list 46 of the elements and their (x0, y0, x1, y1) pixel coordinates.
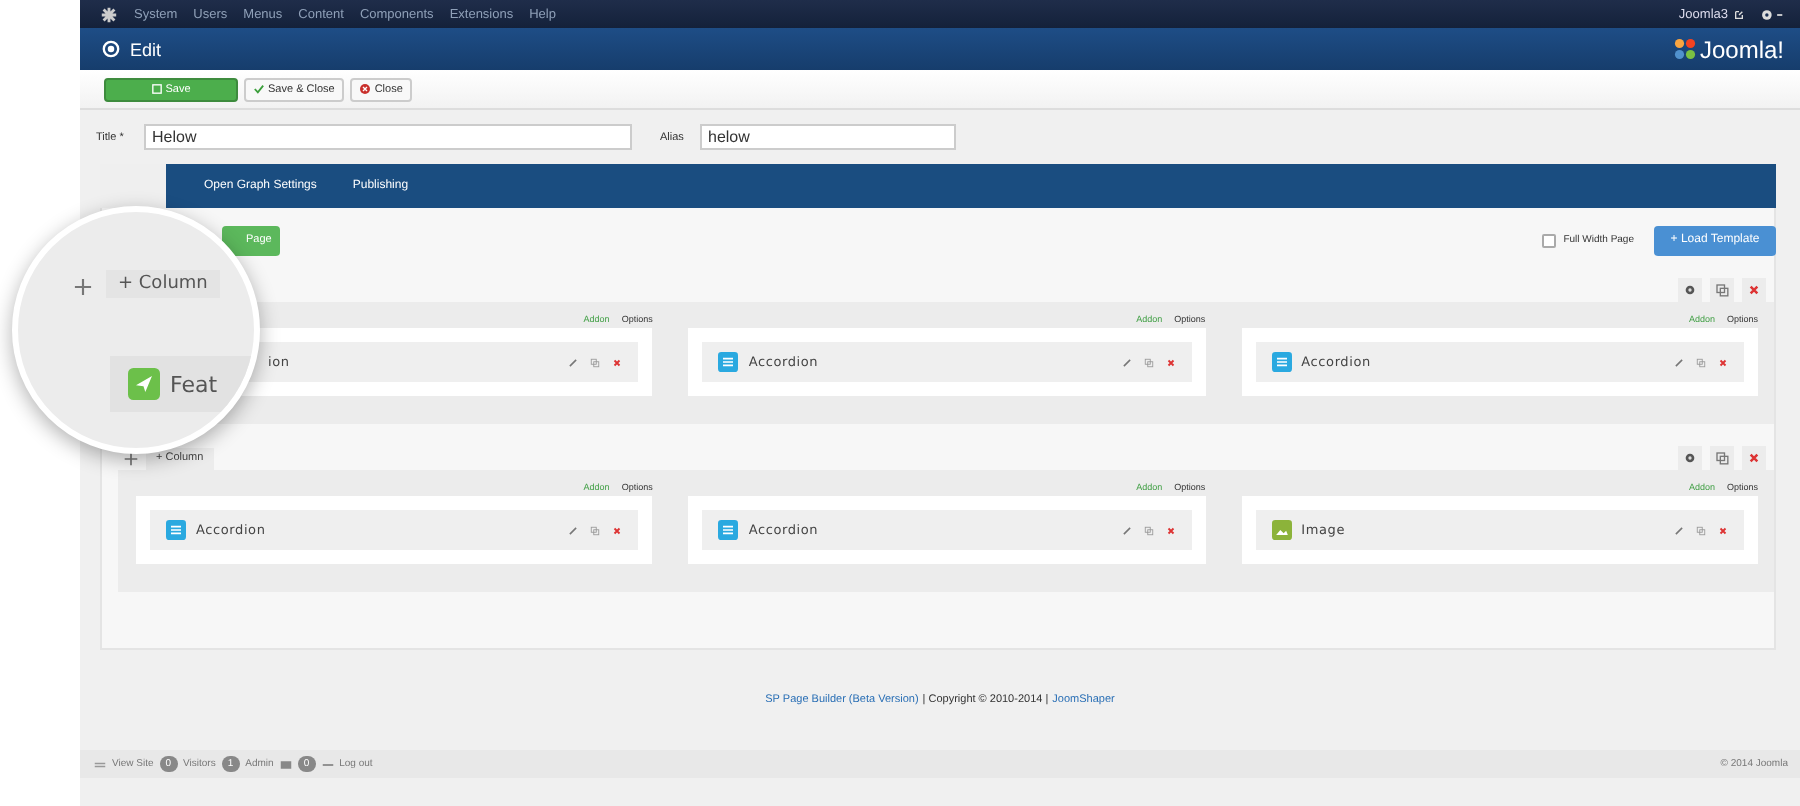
copy-icon[interactable] (1143, 525, 1154, 535)
title-field[interactable]: Helow (144, 124, 632, 150)
rocket-icon (128, 368, 160, 400)
pencil-icon[interactable] (1121, 525, 1132, 535)
move-icon (74, 278, 92, 296)
delete-icon[interactable] (1742, 278, 1766, 302)
copy-icon[interactable] (1696, 357, 1706, 367)
close-icon (360, 84, 371, 94)
copy-icon[interactable] (590, 357, 601, 367)
copy-icon[interactable] (590, 525, 601, 535)
list-icon (1271, 352, 1292, 372)
external-link-icon (1734, 9, 1744, 19)
list-icon (166, 520, 186, 540)
target-icon (102, 40, 120, 58)
copy-icon[interactable] (1696, 525, 1706, 535)
delete-icon[interactable] (1718, 357, 1728, 367)
page-title: Edit (130, 39, 162, 59)
list-icon (718, 352, 739, 372)
pencil-icon[interactable] (1121, 357, 1132, 367)
pencil-icon[interactable] (568, 525, 579, 535)
delete-icon[interactable] (1718, 525, 1728, 535)
copy-icon[interactable] (1143, 357, 1154, 367)
pencil-icon[interactable] (1674, 357, 1684, 367)
logo-icon (1673, 38, 1696, 60)
copy-icon[interactable] (1710, 278, 1734, 302)
pencil-icon[interactable] (568, 357, 579, 367)
list-icon (718, 520, 739, 540)
delete-icon[interactable] (612, 525, 623, 535)
logo-text: Joomla! (1699, 35, 1784, 63)
edit-icon (151, 84, 162, 94)
checkbox[interactable] (1541, 233, 1556, 247)
settings-icon[interactable] (1678, 446, 1702, 470)
pencil-icon[interactable] (1674, 525, 1684, 535)
copy-icon[interactable] (1710, 446, 1734, 470)
check-icon (254, 84, 264, 94)
delete-icon[interactable] (1742, 446, 1766, 470)
delete-icon[interactable] (612, 357, 623, 367)
settings-icon[interactable] (1760, 7, 1784, 21)
delete-icon[interactable] (1165, 525, 1176, 535)
image-icon (1271, 520, 1292, 540)
delete-icon[interactable] (1165, 357, 1176, 367)
settings-icon[interactable] (1678, 278, 1702, 302)
move-icon[interactable] (124, 451, 138, 465)
addon-item: Feat (110, 356, 254, 412)
alias-field[interactable]: helow (700, 124, 956, 150)
minus-icon (321, 759, 334, 769)
